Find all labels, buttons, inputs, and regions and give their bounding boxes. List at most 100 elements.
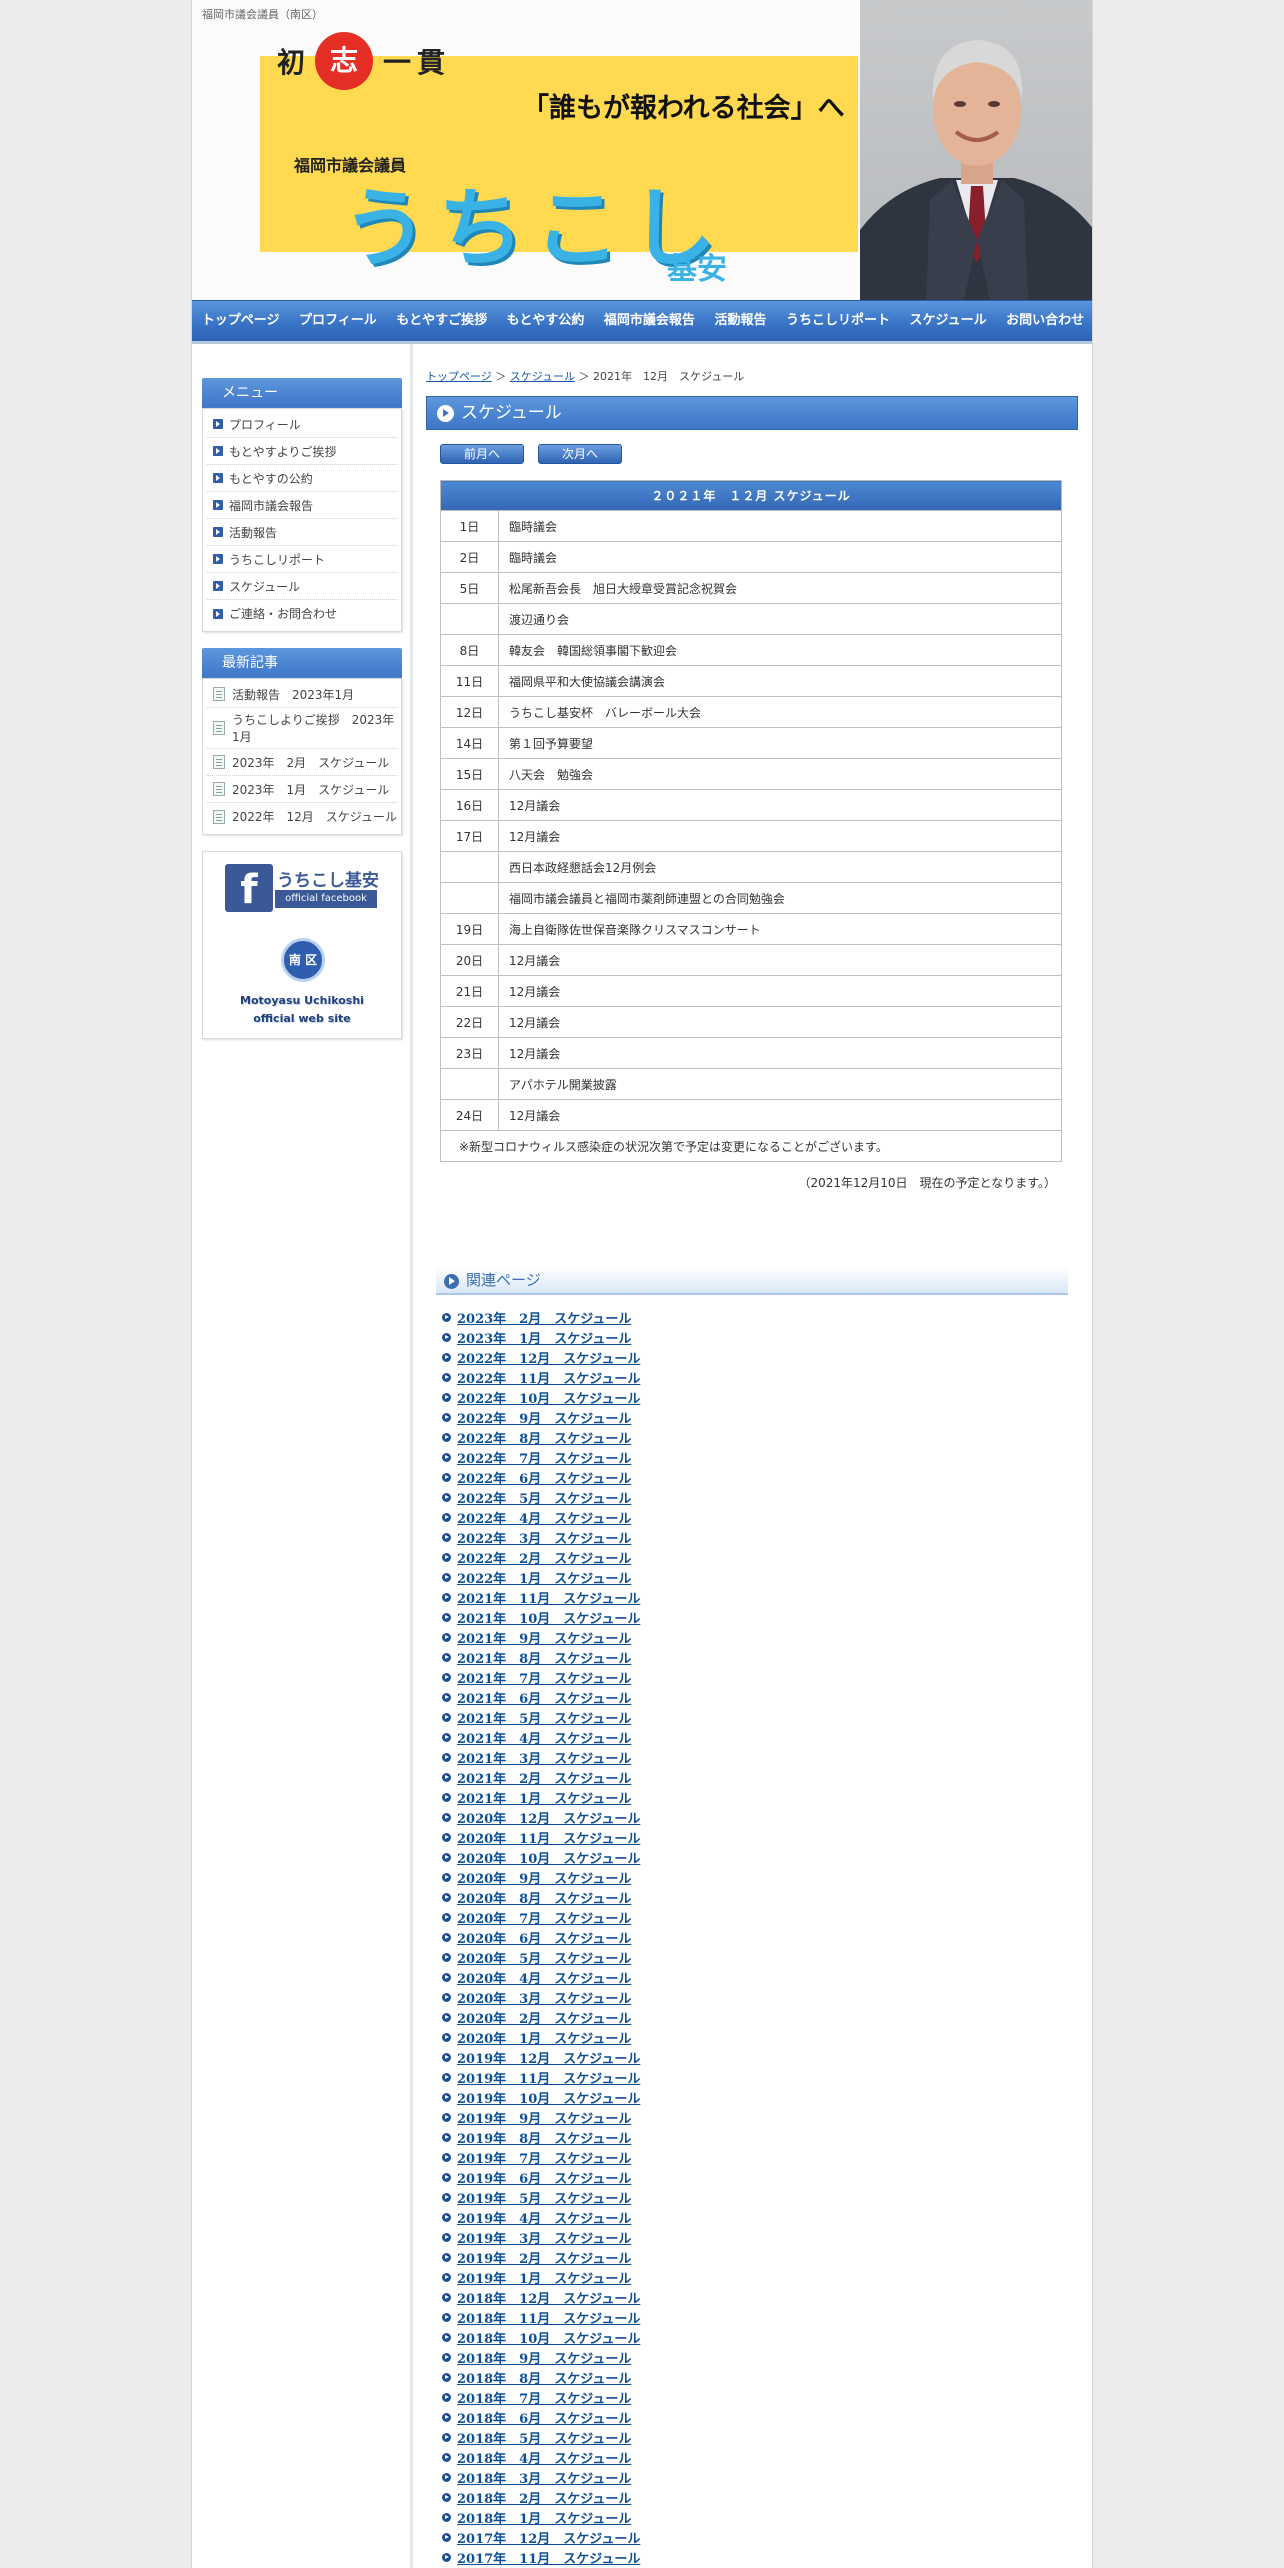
related-link[interactable]: 2020年 5月 スケジュール	[457, 1948, 631, 1967]
related-link[interactable]: 2019年 7月 スケジュール	[457, 2148, 631, 2167]
related-link[interactable]: 2021年 4月 スケジュール	[457, 1728, 631, 1747]
related-link[interactable]: 2020年 6月 スケジュール	[457, 1928, 631, 1947]
related-link[interactable]: 2020年 3月 スケジュール	[457, 1988, 631, 2007]
related-link[interactable]: 2021年 1月 スケジュール	[457, 1788, 631, 1807]
related-link[interactable]: 2018年 7月 スケジュール	[457, 2388, 631, 2407]
schedule-row: 24日 12月議会	[440, 1099, 1062, 1131]
menu-item-schedule[interactable]: スケジュール	[207, 573, 397, 600]
related-link[interactable]: 2019年 2月 スケジュール	[457, 2248, 631, 2267]
related-link[interactable]: 2018年 5月 スケジュール	[457, 2428, 631, 2447]
related-link[interactable]: 2018年 6月 スケジュール	[457, 2408, 631, 2427]
related-link[interactable]: 2018年 3月 スケジュール	[457, 2468, 631, 2487]
recent-item[interactable]: 2023年 1月 スケジュール	[207, 776, 397, 803]
related-link[interactable]: 2019年 3月 スケジュール	[457, 2228, 631, 2247]
nav-profile[interactable]: プロフィール	[289, 301, 386, 341]
related-link[interactable]: 2020年 10月 スケジュール	[457, 1848, 640, 1867]
nav-top[interactable]: トップページ	[192, 301, 289, 341]
related-link[interactable]: 2023年 1月 スケジュール	[457, 1328, 631, 1347]
prev-month-button[interactable]: 前月へ	[440, 444, 524, 464]
menu-item-council-report[interactable]: 福岡市議会報告	[207, 492, 397, 519]
breadcrumb-home[interactable]: トップページ	[426, 370, 492, 383]
related-link[interactable]: 2019年 11月 スケジュール	[457, 2068, 640, 2087]
related-link[interactable]: 2019年 8月 スケジュール	[457, 2128, 631, 2147]
related-link[interactable]: 2022年 1月 スケジュール	[457, 1568, 631, 1587]
related-link[interactable]: 2021年 8月 スケジュール	[457, 1648, 631, 1667]
related-link[interactable]: 2019年 1月 スケジュール	[457, 2268, 631, 2287]
menu-item-pledge[interactable]: もとやすの公約	[207, 465, 397, 492]
nav-contact[interactable]: お問い合わせ	[996, 301, 1092, 341]
recent-item[interactable]: 2022年 12月 スケジュール	[207, 803, 397, 830]
related-link[interactable]: 2020年 7月 スケジュール	[457, 1908, 631, 1927]
related-link[interactable]: 2019年 6月 スケジュール	[457, 2168, 631, 2187]
related-link[interactable]: 2021年 10月 スケジュール	[457, 1608, 640, 1627]
arrow-bullet-icon	[442, 1872, 451, 1882]
related-link[interactable]: 2020年 1月 スケジュール	[457, 2028, 631, 2047]
district-badge[interactable]: 南 区	[281, 938, 325, 982]
related-link[interactable]: 2018年 4月 スケジュール	[457, 2448, 631, 2467]
related-link[interactable]: 2022年 11月 スケジュール	[457, 1368, 640, 1387]
related-link[interactable]: 2017年 11月 スケジュール	[457, 2548, 640, 2567]
official-site-link-line2[interactable]: official web site	[203, 1012, 401, 1025]
related-link[interactable]: 2021年 6月 スケジュール	[457, 1688, 631, 1707]
related-link[interactable]: 2020年 9月 スケジュール	[457, 1868, 631, 1887]
official-site-link-line1[interactable]: Motoyasu Uchikoshi	[203, 994, 401, 1007]
related-link[interactable]: 2022年 6月 スケジュール	[457, 1468, 631, 1487]
related-link[interactable]: 2021年 11月 スケジュール	[457, 1588, 640, 1607]
related-link[interactable]: 2018年 9月 スケジュール	[457, 2348, 631, 2367]
related-link[interactable]: 2022年 4月 スケジュール	[457, 1508, 631, 1527]
nav-pledge[interactable]: もとやす公約	[497, 301, 594, 341]
related-link[interactable]: 2021年 5月 スケジュール	[457, 1708, 631, 1727]
menu-item-report[interactable]: うちこしリポート	[207, 546, 397, 573]
related-link[interactable]: 2020年 2月 スケジュール	[457, 2008, 631, 2027]
recent-label: 2022年 12月 スケジュール	[232, 810, 397, 824]
nav-activity[interactable]: 活動報告	[705, 301, 777, 341]
related-link[interactable]: 2021年 2月 スケジュール	[457, 1768, 631, 1787]
related-link[interactable]: 2020年 11月 スケジュール	[457, 1828, 640, 1847]
nav-report[interactable]: うちこしリポート	[776, 301, 900, 341]
related-link[interactable]: 2021年 7月 スケジュール	[457, 1668, 631, 1687]
related-link[interactable]: 2019年 9月 スケジュール	[457, 2108, 631, 2127]
related-link[interactable]: 2018年 11月 スケジュール	[457, 2308, 640, 2327]
related-link[interactable]: 2020年 12月 スケジュール	[457, 1808, 640, 1827]
related-link[interactable]: 2018年 12月 スケジュール	[457, 2288, 640, 2307]
menu-item-contact[interactable]: ご連絡・お問合わせ	[207, 600, 397, 627]
breadcrumb-schedule[interactable]: スケジュール	[510, 370, 575, 383]
related-item: 2018年 5月 スケジュール	[442, 2427, 1078, 2447]
related-link[interactable]: 2019年 10月 スケジュール	[457, 2088, 640, 2107]
related-link[interactable]: 2018年 8月 スケジュール	[457, 2368, 631, 2387]
menu-item-greeting[interactable]: もとやすよりご挨拶	[207, 438, 397, 465]
related-link[interactable]: 2021年 9月 スケジュール	[457, 1628, 631, 1647]
recent-item[interactable]: うちこしよりご挨拶 2023年1月	[207, 708, 397, 749]
related-link[interactable]: 2022年 10月 スケジュール	[457, 1388, 640, 1407]
recent-item[interactable]: 2023年 2月 スケジュール	[207, 749, 397, 776]
related-link[interactable]: 2022年 12月 スケジュール	[457, 1348, 640, 1367]
related-link[interactable]: 2020年 8月 スケジュール	[457, 1888, 631, 1907]
related-link[interactable]: 2022年 9月 スケジュール	[457, 1408, 631, 1427]
schedule-day: 17日	[440, 820, 499, 852]
nav-greeting[interactable]: もとやすご挨拶	[387, 301, 497, 341]
menu-item-activity[interactable]: 活動報告	[207, 519, 397, 546]
arrow-bullet-icon	[442, 2032, 451, 2042]
related-link[interactable]: 2018年 10月 スケジュール	[457, 2328, 640, 2347]
nav-council-report[interactable]: 福岡市議会報告	[594, 301, 705, 341]
arrow-bullet-icon	[442, 1372, 451, 1382]
menu-item-profile[interactable]: プロフィール	[207, 411, 397, 438]
related-link[interactable]: 2021年 3月 スケジュール	[457, 1748, 631, 1767]
related-link[interactable]: 2022年 2月 スケジュール	[457, 1548, 631, 1567]
related-link[interactable]: 2022年 5月 スケジュール	[457, 1488, 631, 1507]
related-link[interactable]: 2023年 2月 スケジュール	[457, 1308, 631, 1327]
related-link[interactable]: 2022年 8月 スケジュール	[457, 1428, 631, 1447]
related-link[interactable]: 2022年 3月 スケジュール	[457, 1528, 631, 1547]
recent-item[interactable]: 活動報告 2023年1月	[207, 681, 397, 708]
related-link[interactable]: 2017年 12月 スケジュール	[457, 2528, 640, 2547]
related-link[interactable]: 2019年 12月 スケジュール	[457, 2048, 640, 2067]
related-link[interactable]: 2019年 4月 スケジュール	[457, 2208, 631, 2227]
nav-schedule[interactable]: スケジュール	[900, 301, 997, 341]
related-link[interactable]: 2020年 4月 スケジュール	[457, 1968, 631, 1987]
related-link[interactable]: 2018年 2月 スケジュール	[457, 2488, 631, 2507]
next-month-button[interactable]: 次月へ	[538, 444, 622, 464]
related-link[interactable]: 2019年 5月 スケジュール	[457, 2188, 631, 2207]
facebook-banner[interactable]: f うちこし基安 official facebook	[225, 862, 379, 914]
related-link[interactable]: 2022年 7月 スケジュール	[457, 1448, 631, 1467]
related-link[interactable]: 2018年 1月 スケジュール	[457, 2508, 631, 2527]
